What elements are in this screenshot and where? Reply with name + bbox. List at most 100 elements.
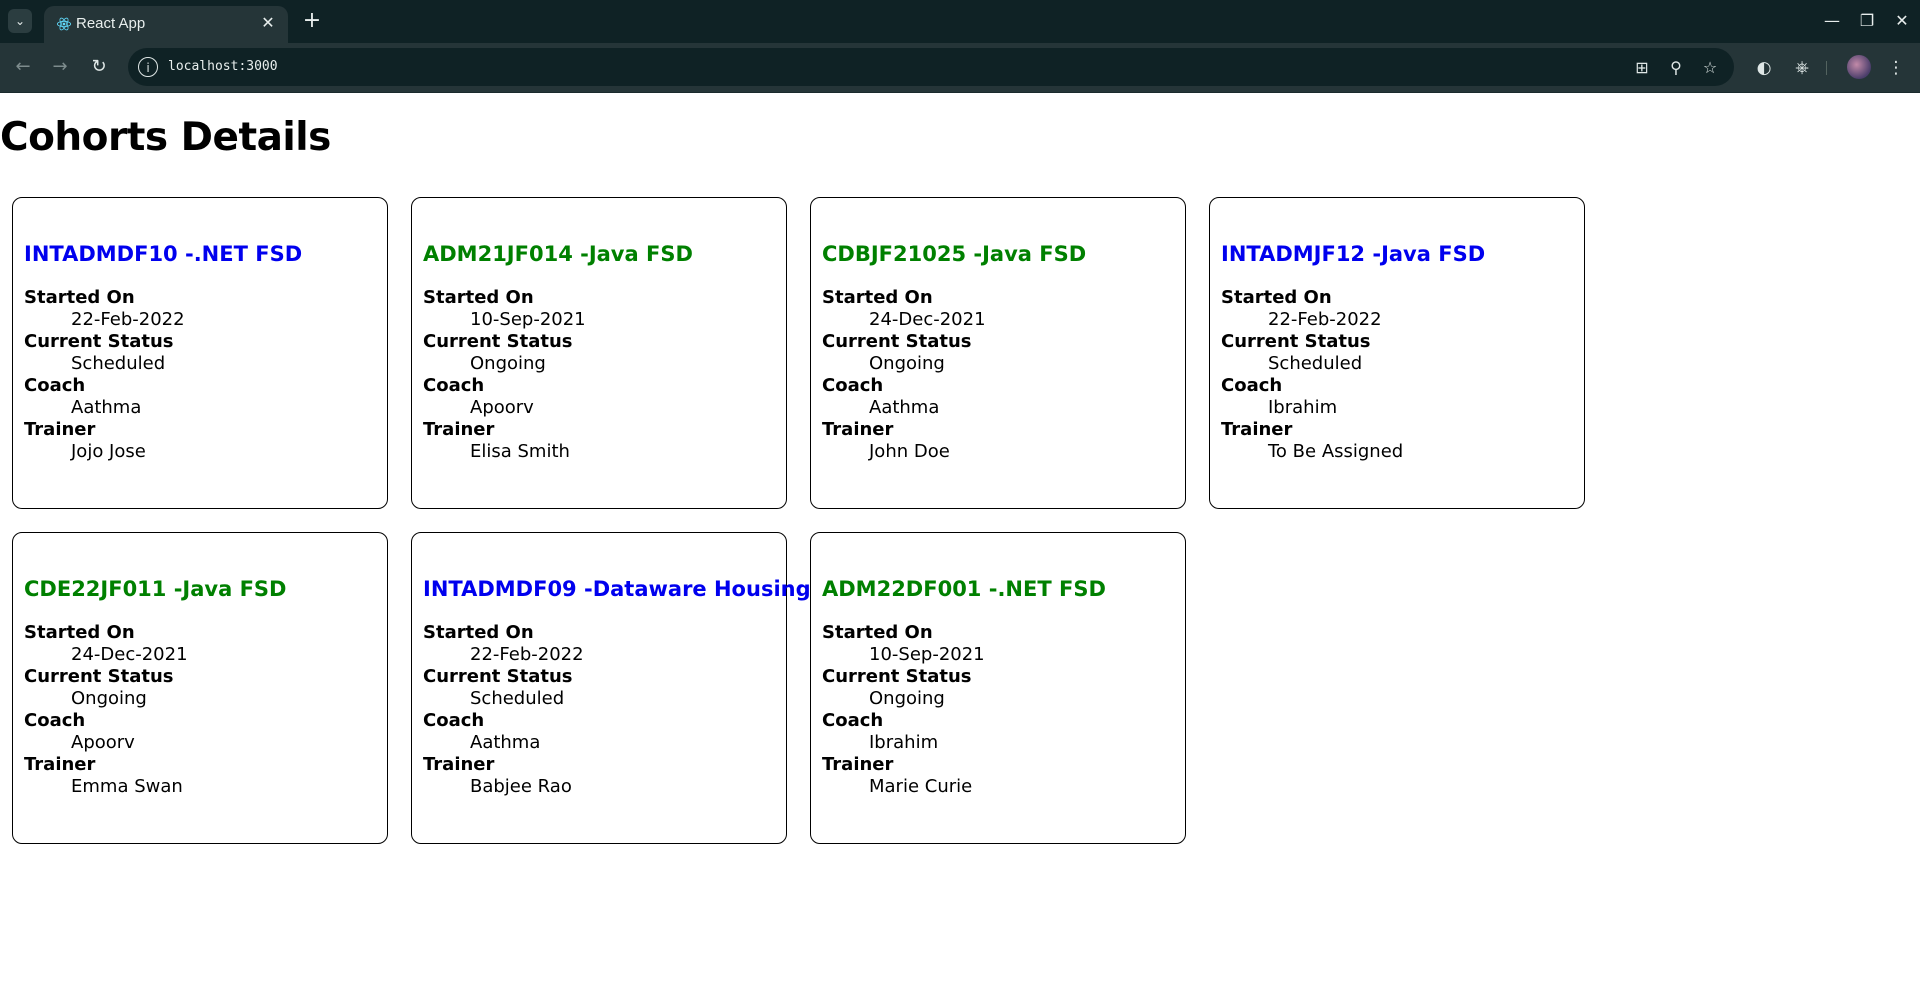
- coach-label: Coach: [24, 375, 86, 396]
- coach-label: Coach: [24, 710, 86, 731]
- current-status-value: Scheduled: [71, 353, 166, 374]
- cohort-details: Started On 22-Feb-2022 Current Status Sc…: [24, 287, 387, 463]
- coach-value: Apoorv: [71, 732, 135, 753]
- coach-value: Aathma: [869, 397, 940, 418]
- current-status-label: Current Status: [423, 666, 573, 687]
- started-on-value: 24-Dec-2021: [869, 309, 986, 330]
- started-on-label: Started On: [24, 287, 135, 308]
- current-status-value: Ongoing: [71, 688, 147, 709]
- cohort-card: CDE22JF011 -Java FSD Started On 24-Dec-2…: [12, 532, 388, 844]
- coach-value: Aathma: [71, 397, 142, 418]
- started-on-value: 24-Dec-2021: [71, 644, 188, 665]
- coach-value: Ibrahim: [869, 732, 939, 753]
- browser-tab-strip: ⌄ React App ✕ + — ❐ ✕: [0, 0, 1920, 43]
- cohort-card: CDBJF21025 -Java FSD Started On 24-Dec-2…: [810, 197, 1186, 509]
- cohort-details: Started On 10-Sep-2021 Current Status On…: [822, 622, 1185, 798]
- started-on-label: Started On: [822, 622, 933, 643]
- cohort-details: Started On 24-Dec-2021 Current Status On…: [822, 287, 1185, 463]
- close-window-icon[interactable]: ✕: [1890, 9, 1914, 33]
- profile-avatar[interactable]: [1847, 55, 1871, 79]
- cohort-details: Started On 24-Dec-2021 Current Status On…: [24, 622, 387, 798]
- started-on-value: 22-Feb-2022: [470, 644, 584, 665]
- current-status-value: Scheduled: [1268, 353, 1363, 374]
- react-favicon-icon: [56, 17, 72, 31]
- extensions-puzzle-icon[interactable]: ⎈: [1790, 56, 1814, 80]
- coach-label: Coach: [1221, 375, 1283, 396]
- cohort-title: INTADMDF10 -.NET FSD: [24, 242, 303, 266]
- trainer-label: Trainer: [24, 419, 96, 440]
- trainer-value: John Doe: [869, 441, 950, 462]
- coach-label: Coach: [822, 710, 884, 731]
- site-info-icon[interactable]: i: [138, 57, 158, 77]
- performance-icon[interactable]: ◐: [1752, 56, 1776, 80]
- current-status-value: Ongoing: [470, 353, 546, 374]
- cohort-title: INTADMJF12 -Java FSD: [1221, 242, 1486, 266]
- started-on-value: 22-Feb-2022: [71, 309, 185, 330]
- url-text[interactable]: localhost:3000: [168, 59, 278, 74]
- trainer-value: Emma Swan: [71, 776, 183, 797]
- cohort-details: Started On 22-Feb-2022 Current Status Sc…: [1221, 287, 1584, 463]
- trainer-label: Trainer: [822, 419, 894, 440]
- trainer-label: Trainer: [423, 754, 495, 775]
- install-app-icon[interactable]: ⊞: [1631, 57, 1653, 79]
- trainer-label: Trainer: [24, 754, 96, 775]
- trainer-value: Babjee Rao: [470, 776, 572, 797]
- forward-arrow-icon[interactable]: →: [47, 54, 73, 80]
- started-on-label: Started On: [24, 622, 135, 643]
- current-status-label: Current Status: [423, 331, 573, 352]
- trainer-label: Trainer: [423, 419, 495, 440]
- trainer-label: Trainer: [1221, 419, 1293, 440]
- started-on-label: Started On: [822, 287, 933, 308]
- browser-toolbar: ← → ↻ i localhost:3000 ⊞ ⚲ ☆ ◐ ⎈ ⋮: [0, 43, 1920, 93]
- tab-title: React App: [76, 15, 146, 32]
- toolbar-divider: [1826, 61, 1827, 75]
- kebab-menu-icon[interactable]: ⋮: [1884, 56, 1908, 80]
- minimize-icon[interactable]: —: [1820, 9, 1844, 33]
- cohort-card: INTADMDF09 -Dataware Housing Started On …: [411, 532, 811, 844]
- current-status-label: Current Status: [1221, 331, 1371, 352]
- cohort-card: ADM22DF001 -.NET FSD Started On 10-Sep-2…: [810, 532, 1186, 844]
- coach-value: Ibrahim: [1268, 397, 1338, 418]
- started-on-value: 10-Sep-2021: [470, 309, 586, 330]
- current-status-value: Ongoing: [869, 353, 945, 374]
- coach-value: Apoorv: [470, 397, 534, 418]
- bookmark-star-icon[interactable]: ☆: [1699, 57, 1721, 79]
- trainer-label: Trainer: [822, 754, 894, 775]
- back-arrow-icon[interactable]: ←: [10, 54, 36, 80]
- cohort-card: INTADMDF10 -.NET FSD Started On 22-Feb-2…: [12, 197, 388, 509]
- cohort-card-grid: INTADMDF10 -.NET FSD Started On 22-Feb-2…: [12, 197, 1592, 844]
- started-on-label: Started On: [1221, 287, 1332, 308]
- started-on-value: 22-Feb-2022: [1268, 309, 1382, 330]
- current-status-label: Current Status: [822, 666, 972, 687]
- current-status-label: Current Status: [24, 331, 174, 352]
- coach-label: Coach: [423, 710, 485, 731]
- new-tab-plus-icon[interactable]: +: [300, 9, 324, 33]
- tab-close-icon[interactable]: ✕: [258, 13, 278, 33]
- coach-label: Coach: [423, 375, 485, 396]
- cohort-details: Started On 10-Sep-2021 Current Status On…: [423, 287, 786, 463]
- current-status-label: Current Status: [822, 331, 972, 352]
- trainer-value: Elisa Smith: [470, 441, 570, 462]
- tab-search-chevron-icon[interactable]: ⌄: [8, 9, 32, 33]
- trainer-value: Marie Curie: [869, 776, 973, 797]
- cohort-title: CDBJF21025 -Java FSD: [822, 242, 1087, 266]
- browser-tab[interactable]: React App ✕: [44, 6, 288, 43]
- current-status-label: Current Status: [24, 666, 174, 687]
- reload-icon[interactable]: ↻: [86, 54, 112, 80]
- cohort-title: ADM21JF014 -Java FSD: [423, 242, 693, 266]
- page-title: Cohorts Details: [0, 115, 331, 160]
- started-on-label: Started On: [423, 622, 534, 643]
- cohort-card: INTADMJF12 -Java FSD Started On 22-Feb-2…: [1209, 197, 1585, 509]
- cohort-title: INTADMDF09 -Dataware Housing: [423, 577, 811, 601]
- started-on-label: Started On: [423, 287, 534, 308]
- cohort-title: CDE22JF011 -Java FSD: [24, 577, 287, 601]
- zoom-icon[interactable]: ⚲: [1665, 57, 1687, 79]
- coach-value: Aathma: [470, 732, 541, 753]
- restore-icon[interactable]: ❐: [1855, 9, 1879, 33]
- coach-label: Coach: [822, 375, 884, 396]
- current-status-value: Scheduled: [470, 688, 565, 709]
- page-content: Cohorts Details INTADMDF10 -.NET FSD Sta…: [0, 93, 1920, 997]
- started-on-value: 10-Sep-2021: [869, 644, 985, 665]
- address-bar[interactable]: i localhost:3000 ⊞ ⚲ ☆: [128, 48, 1734, 86]
- trainer-value: To Be Assigned: [1268, 441, 1404, 462]
